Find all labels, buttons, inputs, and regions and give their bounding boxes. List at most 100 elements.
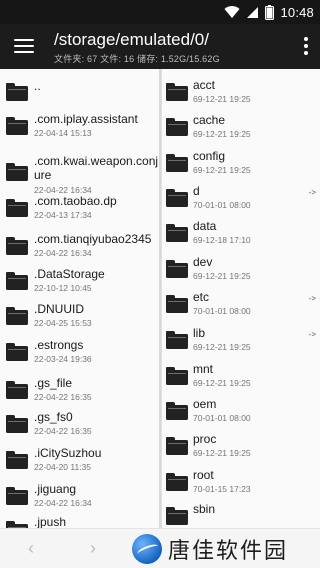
overflow-menu-icon[interactable]: [304, 37, 308, 55]
item-name: proc: [193, 432, 217, 446]
status-icons: 10:48: [224, 4, 314, 20]
item-name: .com.iplay.assistant: [34, 112, 138, 126]
item-date: 69-12-21 19:25: [193, 271, 251, 281]
item-name: mnt: [193, 362, 214, 376]
list-item[interactable]: .DNUUID 22-04-25 15:53: [0, 297, 159, 337]
folder-icon: [6, 521, 28, 528]
list-item[interactable]: lib 69-12-21 19:25 ->: [162, 321, 320, 361]
folder-icon: [6, 307, 28, 325]
folder-icon: [166, 83, 188, 101]
item-name: .iCitySuzhou: [34, 446, 102, 460]
folder-icon: [6, 272, 28, 290]
item-name: .com.kwai.weapon.conjure: [34, 154, 159, 182]
forward-arrow-icon[interactable]: ›: [90, 538, 96, 559]
item-name: .jiguang: [34, 482, 77, 496]
item-date: 22-10-12 10:45: [34, 283, 92, 293]
item-name: .jpush: [34, 515, 67, 528]
item-name: .DataStorage: [34, 267, 105, 281]
hamburger-menu-icon[interactable]: [14, 37, 34, 55]
list-item[interactable]: .iCitySuzhou 22-04-20 11:35: [0, 441, 159, 481]
folder-icon: [6, 451, 28, 469]
file-panes: .. .com.iplay.assistant 22-04-14 15:13 .…: [0, 69, 320, 528]
item-name: ..: [34, 79, 41, 93]
folder-icon: [166, 189, 188, 207]
folder-icon: [6, 199, 28, 217]
wifi-icon: [224, 6, 240, 19]
item-name: lib: [193, 326, 206, 340]
item-name: cache: [193, 113, 226, 127]
folder-icon: [166, 154, 188, 172]
right-file-pane[interactable]: acct 69-12-21 19:25 cache 69-12-21 19:25…: [161, 69, 320, 528]
symlink-indicator: ->: [308, 330, 316, 339]
item-name: root: [193, 468, 214, 482]
folder-icon: [6, 415, 28, 433]
folder-icon: [6, 117, 28, 135]
item-name: sbin: [193, 502, 216, 516]
item-date: 70-01-01 08:00: [193, 413, 251, 423]
watermark-logo-icon: [132, 534, 162, 564]
list-item[interactable]: proc 69-12-21 19:25: [162, 427, 320, 467]
item-name: data: [193, 219, 217, 233]
list-item[interactable]: config 69-12-21 19:25: [162, 144, 320, 184]
signal-icon: [247, 6, 259, 18]
item-name: .gs_fs0: [34, 410, 73, 424]
symlink-indicator: ->: [308, 294, 316, 303]
folder-icon: [166, 331, 188, 349]
list-item[interactable]: dev 69-12-21 19:25: [162, 250, 320, 290]
item-date: 69-12-21 19:25: [193, 94, 251, 104]
folder-icon: [166, 473, 188, 491]
item-date: 22-03-24 19:36: [34, 354, 92, 364]
app-bar: /storage/emulated/0/ 文件夹: 67 文件: 16 储存: …: [0, 24, 320, 69]
battery-icon: [265, 4, 275, 20]
list-item[interactable]: acct 69-12-21 19:25: [162, 73, 320, 113]
folder-icon: [166, 367, 188, 385]
item-name: acct: [193, 78, 216, 92]
list-item[interactable]: sbin: [162, 497, 320, 528]
item-date: 70-01-01 08:00: [193, 200, 251, 210]
list-item[interactable]: cache 69-12-21 19:25: [162, 108, 320, 148]
folder-icon: [6, 83, 28, 101]
folder-icon: [166, 402, 188, 420]
list-item[interactable]: .DataStorage 22-10-12 10:45: [0, 262, 159, 302]
list-item[interactable]: d 70-01-01 08:00 ->: [162, 179, 320, 219]
folder-icon: [6, 487, 28, 505]
current-path: /storage/emulated/0/: [54, 30, 209, 49]
item-date: 22-04-22 16:35: [34, 392, 92, 402]
list-item[interactable]: .com.iplay.assistant 22-04-14 15:13: [0, 107, 159, 147]
item-date: 69-12-21 19:25: [193, 378, 251, 388]
back-arrow-icon[interactable]: ‹: [28, 538, 34, 559]
item-date: 22-04-25 15:53: [34, 318, 92, 328]
list-item[interactable]: data 69-12-18 17:10: [162, 214, 320, 254]
list-item[interactable]: .com.tianqiyubao2345 22-04-22 16:34: [0, 227, 159, 267]
item-date: 22-04-14 15:13: [34, 128, 92, 138]
item-date: 22-04-22 16:34: [34, 498, 92, 508]
left-file-pane[interactable]: .. .com.iplay.assistant 22-04-14 15:13 .…: [0, 69, 159, 528]
folder-icon: [6, 343, 28, 361]
list-item[interactable]: .gs_fs0 22-04-22 16:35: [0, 405, 159, 445]
watermark-text: 唐佳软件园: [168, 539, 289, 564]
symlink-indicator: ->: [308, 188, 316, 197]
item-name: .gs_file: [34, 376, 73, 390]
list-item[interactable]: .estrongs 22-03-24 19:36: [0, 333, 159, 373]
item-name: d: [193, 184, 200, 198]
item-name: etc: [193, 290, 210, 304]
list-item[interactable]: mnt 69-12-21 19:25: [162, 357, 320, 397]
item-name: oem: [193, 397, 217, 411]
list-item[interactable]: etc 70-01-01 08:00 ->: [162, 285, 320, 325]
item-date: 70-01-15 17:23: [193, 484, 251, 494]
list-item[interactable]: oem 70-01-01 08:00: [162, 392, 320, 432]
list-item[interactable]: .com.taobao.dp 22-04-13 17:34: [0, 189, 159, 229]
item-name: .com.taobao.dp: [34, 194, 117, 208]
folder-icon: [166, 224, 188, 242]
item-date: 69-12-21 19:25: [193, 165, 251, 175]
folder-icon: [166, 118, 188, 136]
item-date: 22-04-13 17:34: [34, 210, 92, 220]
folder-icon: [166, 260, 188, 278]
item-date: 69-12-21 19:25: [193, 129, 251, 139]
item-name: dev: [193, 255, 213, 269]
list-item[interactable]: .jpush: [0, 511, 159, 528]
folder-icon: [6, 381, 28, 399]
item-date: 22-04-20 11:35: [34, 462, 92, 472]
folder-icon: [166, 295, 188, 313]
item-name: .DNUUID: [34, 302, 84, 316]
